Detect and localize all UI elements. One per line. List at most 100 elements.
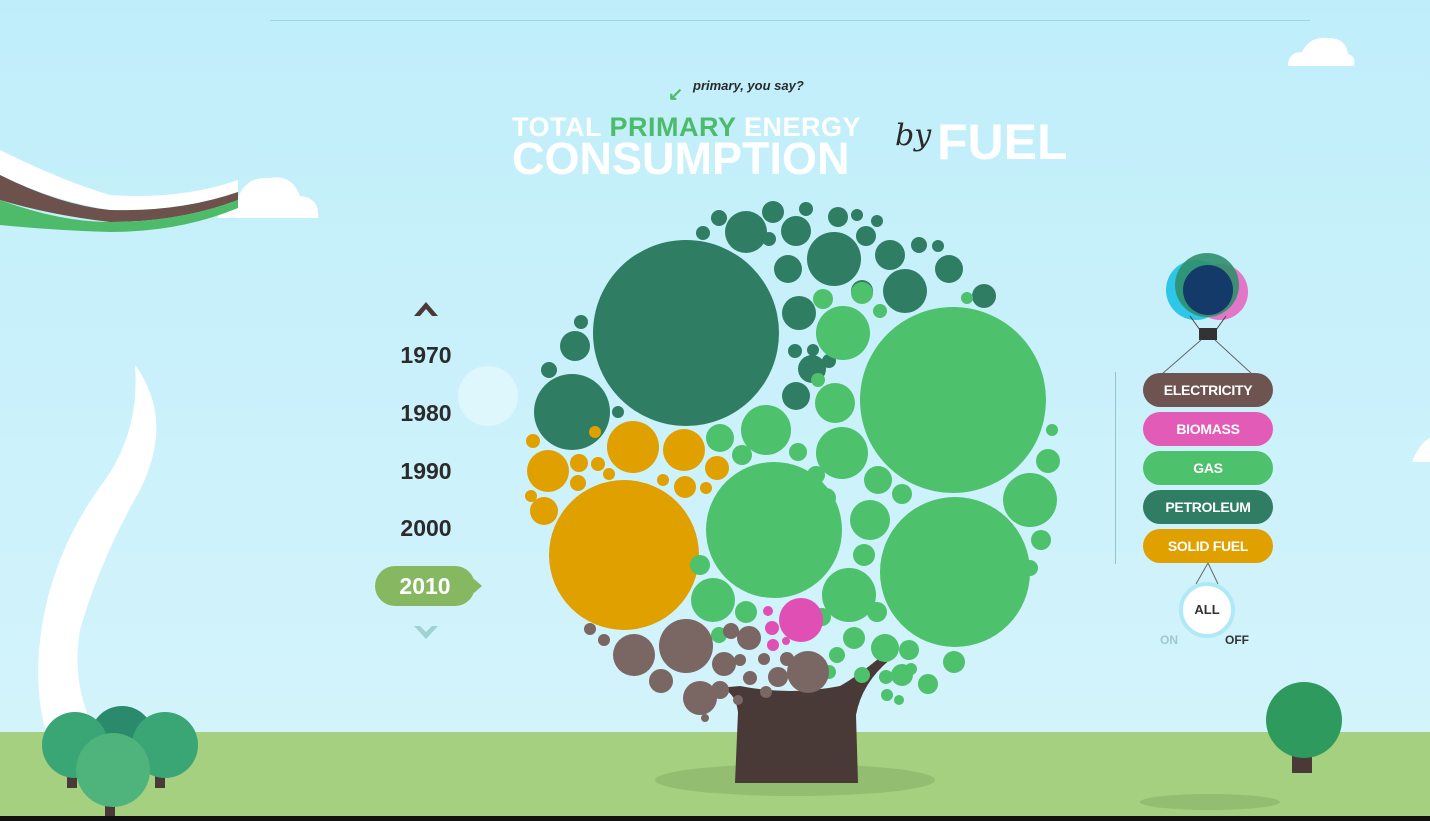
biomass-bubble[interactable]: [782, 637, 790, 645]
petroleum-bubble[interactable]: [788, 344, 802, 358]
solid-fuel-bubble[interactable]: [663, 429, 705, 471]
petroleum-bubble[interactable]: [932, 240, 944, 252]
gas-bubble[interactable]: [691, 578, 735, 622]
petroleum-bubble[interactable]: [911, 237, 927, 253]
petroleum-bubble[interactable]: [534, 374, 610, 450]
gas-bubble[interactable]: [1036, 449, 1060, 473]
petroleum-bubble[interactable]: [875, 240, 905, 270]
legend-biomass[interactable]: BIOMASS: [1143, 412, 1273, 446]
gas-bubble[interactable]: [732, 445, 752, 465]
petroleum-bubble[interactable]: [799, 202, 813, 216]
electricity-bubble[interactable]: [743, 671, 757, 685]
gas-bubble[interactable]: [867, 602, 887, 622]
gas-bubble[interactable]: [843, 627, 865, 649]
gas-bubble[interactable]: [961, 292, 973, 304]
gas-bubble[interactable]: [899, 640, 919, 660]
petroleum-bubble[interactable]: [851, 209, 863, 221]
electricity-bubble[interactable]: [712, 652, 736, 676]
gas-bubble[interactable]: [851, 282, 873, 304]
solid-fuel-bubble[interactable]: [705, 456, 729, 480]
petroleum-bubble[interactable]: [856, 226, 876, 246]
gas-bubble[interactable]: [850, 500, 890, 540]
solid-fuel-bubble[interactable]: [589, 426, 601, 438]
electricity-bubble[interactable]: [733, 695, 743, 705]
toggle-on-label[interactable]: ON: [1160, 633, 1178, 647]
biomass-bubble[interactable]: [767, 639, 779, 651]
petroleum-bubble[interactable]: [725, 211, 767, 253]
solid-fuel-bubble[interactable]: [525, 490, 537, 502]
petroleum-bubble[interactable]: [883, 269, 927, 313]
gas-bubble[interactable]: [880, 497, 1030, 647]
petroleum-bubble[interactable]: [612, 406, 624, 418]
solid-fuel-bubble[interactable]: [549, 480, 699, 630]
gas-bubble[interactable]: [807, 466, 825, 484]
electricity-bubble[interactable]: [649, 669, 673, 693]
petroleum-bubble[interactable]: [774, 255, 802, 283]
electricity-bubble[interactable]: [760, 686, 772, 698]
electricity-bubble[interactable]: [613, 634, 655, 676]
year-2010-selected[interactable]: 2010: [375, 566, 482, 606]
all-toggle-button[interactable]: ALL: [1179, 582, 1235, 638]
petroleum-bubble[interactable]: [560, 331, 590, 361]
petroleum-bubble[interactable]: [762, 232, 776, 246]
solid-fuel-bubble[interactable]: [607, 421, 659, 473]
gas-bubble[interactable]: [815, 383, 855, 423]
solid-fuel-bubble[interactable]: [591, 457, 605, 471]
gas-bubble[interactable]: [1046, 424, 1058, 436]
solid-fuel-bubble[interactable]: [526, 434, 540, 448]
gas-bubble[interactable]: [816, 488, 836, 508]
petroleum-bubble[interactable]: [762, 201, 784, 223]
solid-fuel-bubble[interactable]: [530, 497, 558, 525]
gas-bubble[interactable]: [873, 304, 887, 318]
electricity-bubble[interactable]: [598, 634, 610, 646]
legend-gas[interactable]: GAS: [1143, 451, 1273, 485]
electricity-bubble[interactable]: [659, 619, 713, 673]
year-1980[interactable]: 1980: [378, 400, 474, 427]
petroleum-bubble[interactable]: [807, 344, 819, 356]
petroleum-bubble[interactable]: [782, 382, 810, 410]
solid-fuel-bubble[interactable]: [674, 476, 696, 498]
legend-electricity[interactable]: ELECTRICITY: [1143, 373, 1273, 407]
solid-fuel-bubble[interactable]: [570, 454, 588, 472]
gas-bubble[interactable]: [871, 634, 899, 662]
electricity-bubble[interactable]: [723, 623, 739, 639]
gas-bubble[interactable]: [816, 306, 870, 360]
solid-fuel-bubble[interactable]: [603, 468, 615, 480]
gas-bubble[interactable]: [854, 667, 870, 683]
chevron-up-icon[interactable]: [412, 296, 440, 320]
petroleum-bubble[interactable]: [972, 284, 996, 308]
petroleum-bubble[interactable]: [781, 216, 811, 246]
toggle-off-label[interactable]: OFF: [1225, 633, 1249, 647]
biomass-bubble[interactable]: [763, 606, 773, 616]
gas-bubble[interactable]: [881, 689, 893, 701]
electricity-bubble[interactable]: [701, 714, 709, 722]
electricity-bubble[interactable]: [711, 681, 729, 699]
gas-bubble[interactable]: [918, 674, 938, 694]
electricity-bubble[interactable]: [734, 654, 746, 666]
chevron-down-icon[interactable]: [412, 622, 440, 644]
petroleum-bubble[interactable]: [782, 296, 816, 330]
solid-fuel-bubble[interactable]: [700, 482, 712, 494]
electricity-bubble[interactable]: [758, 653, 770, 665]
gas-bubble[interactable]: [849, 606, 861, 618]
gas-bubble[interactable]: [879, 670, 893, 684]
legend-solid-fuel[interactable]: SOLID FUEL: [1143, 529, 1273, 563]
petroleum-bubble[interactable]: [541, 362, 557, 378]
gas-bubble[interactable]: [1031, 530, 1051, 550]
petroleum-bubble[interactable]: [593, 240, 779, 426]
gas-bubble[interactable]: [894, 695, 904, 705]
electricity-bubble[interactable]: [780, 652, 794, 666]
gas-bubble[interactable]: [829, 647, 845, 663]
gas-bubble[interactable]: [735, 601, 757, 623]
gas-bubble[interactable]: [853, 544, 875, 566]
electricity-bubble[interactable]: [768, 667, 788, 687]
gas-bubble[interactable]: [690, 555, 710, 575]
year-1990[interactable]: 1990: [378, 458, 474, 485]
petroleum-bubble[interactable]: [935, 255, 963, 283]
year-2000[interactable]: 2000: [378, 515, 474, 542]
petroleum-bubble[interactable]: [871, 215, 883, 227]
petroleum-bubble[interactable]: [696, 226, 710, 240]
gas-bubble[interactable]: [943, 651, 965, 673]
gas-bubble[interactable]: [706, 462, 842, 598]
gas-bubble[interactable]: [706, 424, 734, 452]
